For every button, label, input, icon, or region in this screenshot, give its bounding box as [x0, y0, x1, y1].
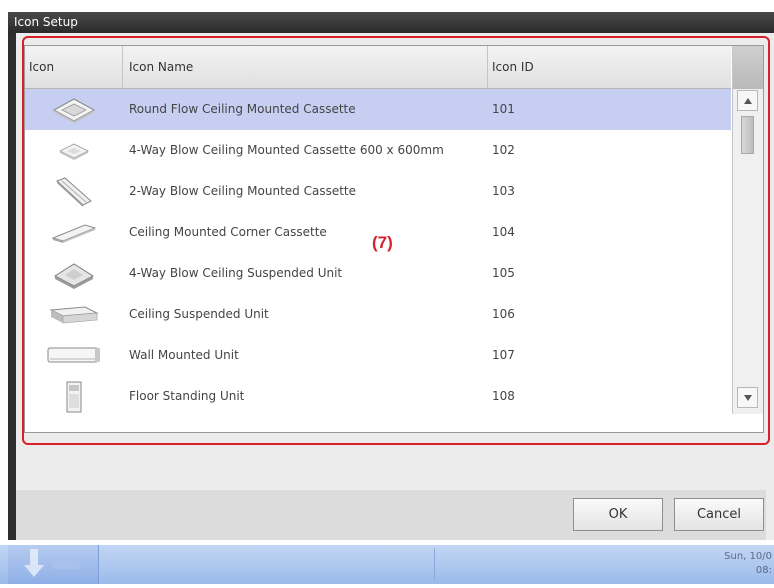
table-row[interactable]: Round Flow Ceiling Mounted Cassette 101 [25, 89, 731, 130]
ceiling-suspended-icon [25, 294, 123, 335]
arrow-down-icon [24, 549, 80, 577]
two-way-cassette-icon [25, 171, 123, 212]
column-header-icon-name[interactable]: Icon Name [123, 46, 488, 88]
wall-mounted-icon [25, 335, 123, 376]
scroll-up-button[interactable] [737, 90, 758, 111]
icon-name: Floor Standing Unit [129, 389, 245, 403]
icon-list-table: Icon Icon Name Icon ID Round Flow Ceilin… [24, 45, 764, 433]
vertical-scrollbar[interactable] [732, 46, 763, 414]
clock-time: 08: [755, 565, 772, 576]
scroll-down-button[interactable] [737, 387, 758, 408]
corner-cassette-icon [25, 212, 123, 253]
taskbar-clock: Sun, 10/0 08: [724, 550, 772, 578]
ok-button[interactable]: OK [573, 498, 663, 531]
round-flow-cassette-icon [25, 89, 123, 130]
icon-name: Ceiling Suspended Unit [129, 307, 269, 321]
scrollbar-header-cap [733, 46, 763, 89]
taskbar-divider [434, 548, 435, 581]
icon-id: 104 [492, 225, 515, 239]
icon-id: 107 [492, 348, 515, 362]
table-row[interactable]: Ceiling Suspended Unit 106 [25, 294, 731, 335]
icon-name: 4-Way Blow Ceiling Suspended Unit [129, 266, 343, 280]
icon-id: 103 [492, 184, 515, 198]
menu-down-button[interactable] [8, 545, 99, 584]
triangle-down-icon [743, 394, 752, 401]
icon-name: 4-Way Blow Ceiling Mounted Cassette 600 … [129, 143, 444, 157]
column-header-icon[interactable]: Icon [25, 46, 123, 88]
icon-id: 106 [492, 307, 515, 321]
annotation-callout-label: (7) [372, 233, 393, 252]
floor-standing-icon [25, 376, 123, 417]
taskbar: Sun, 10/0 08: [0, 545, 774, 584]
icon-name: Wall Mounted Unit [129, 348, 239, 362]
column-header-icon-id[interactable]: Icon ID [488, 46, 731, 88]
icon-id: 102 [492, 143, 515, 157]
table-row[interactable]: 4-Way Blow Ceiling Suspended Unit 105 [25, 253, 731, 294]
cancel-button[interactable]: Cancel [674, 498, 764, 531]
table-row[interactable]: 2-Way Blow Ceiling Mounted Cassette 103 [25, 171, 731, 212]
table-row[interactable]: Wall Mounted Unit 107 [25, 335, 731, 376]
icon-id: 105 [492, 266, 515, 280]
four-way-suspended-icon [25, 253, 123, 294]
icon-name: 2-Way Blow Ceiling Mounted Cassette [129, 184, 357, 198]
icon-id: 108 [492, 389, 515, 403]
clock-date: Sun, 10/0 [724, 551, 772, 562]
table-header: Icon Icon Name Icon ID [25, 46, 731, 89]
icon-id: 101 [492, 102, 515, 116]
table-row[interactable]: Floor Standing Unit 108 [25, 376, 731, 417]
four-way-cassette-600-icon [25, 130, 123, 171]
window-title: Icon Setup [8, 12, 774, 33]
icon-name: Round Flow Ceiling Mounted Cassette [129, 102, 356, 116]
table-row[interactable]: 4-Way Blow Ceiling Mounted Cassette 600 … [25, 130, 731, 171]
table-body: Round Flow Ceiling Mounted Cassette 101 … [25, 89, 731, 417]
scroll-thumb[interactable] [741, 116, 754, 154]
icon-name: Ceiling Mounted Corner Cassette [129, 225, 327, 239]
triangle-up-icon [743, 97, 752, 104]
